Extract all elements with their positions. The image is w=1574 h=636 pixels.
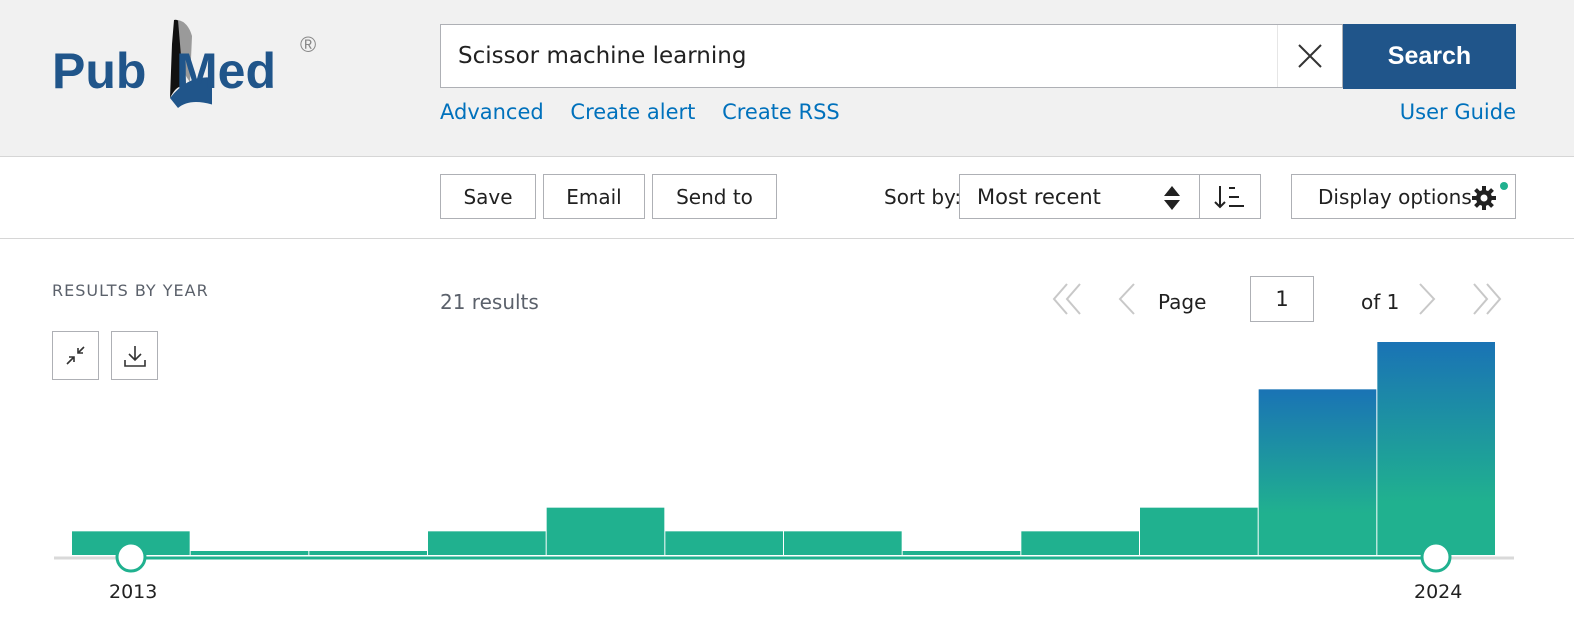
pubmed-logo[interactable]: Pub Med ® <box>52 18 322 110</box>
page-label: Page <box>1158 290 1207 314</box>
bar-2020[interactable] <box>902 551 1021 555</box>
results-toolbar: Save Email Send to Sort by: Most recent … <box>0 157 1574 239</box>
gear-icon <box>1472 186 1496 210</box>
bar-2015[interactable] <box>309 551 427 555</box>
display-options-label: Display options <box>1318 184 1472 209</box>
sort-by-label: Sort by: <box>884 185 962 209</box>
close-icon <box>1298 44 1322 68</box>
results-by-year-heading: RESULTS BY YEAR <box>52 281 209 300</box>
bar-2014[interactable] <box>190 551 309 555</box>
logo-pub-text: Pub <box>52 43 147 99</box>
sort-descending-icon <box>1214 185 1244 208</box>
notification-dot <box>1500 182 1508 190</box>
range-end-year: 2024 <box>1414 581 1463 603</box>
bar-2022[interactable] <box>1140 507 1258 555</box>
create-rss-link[interactable]: Create RSS <box>722 100 840 124</box>
clear-search-button[interactable] <box>1277 25 1342 87</box>
user-guide-link[interactable]: User Guide <box>1400 100 1516 124</box>
range-end-handle[interactable] <box>1420 541 1452 573</box>
results-by-year-chart <box>54 342 1514 573</box>
last-page-icon[interactable] <box>1470 276 1504 322</box>
first-page-icon[interactable] <box>1050 276 1084 322</box>
next-page-icon[interactable] <box>1412 276 1442 322</box>
email-button[interactable]: Email <box>543 174 645 219</box>
create-alert-link[interactable]: Create alert <box>570 100 695 124</box>
sort-select[interactable]: Most recent <box>959 174 1200 219</box>
search-input[interactable] <box>441 25 1277 87</box>
results-count: 21 results <box>440 290 539 314</box>
save-button[interactable]: Save <box>440 174 536 219</box>
sort-value: Most recent <box>977 184 1101 209</box>
search-button[interactable]: Search <box>1343 24 1516 89</box>
registered-mark: ® <box>300 32 317 57</box>
bar-2023[interactable] <box>1258 389 1377 555</box>
send-to-button[interactable]: Send to <box>652 174 777 219</box>
page-number-input[interactable] <box>1250 276 1314 322</box>
bar-2018[interactable] <box>665 531 783 555</box>
bar-2016[interactable] <box>428 531 546 555</box>
range-start-year: 2013 <box>109 581 158 603</box>
bar-2017[interactable] <box>546 507 665 555</box>
range-start-handle[interactable] <box>115 541 147 573</box>
select-arrows-icon <box>1164 186 1180 210</box>
search-links: Advanced Create alert Create RSS <box>440 100 860 124</box>
advanced-link[interactable]: Advanced <box>440 100 544 124</box>
total-pages-label: of 1 <box>1361 290 1400 314</box>
bar-2024[interactable] <box>1377 342 1495 555</box>
bar-2019[interactable] <box>784 531 902 555</box>
logo-med-text: Med <box>176 43 276 99</box>
display-options-button[interactable]: Display options <box>1291 174 1516 219</box>
previous-page-icon[interactable] <box>1112 276 1142 322</box>
bar-2021[interactable] <box>1021 531 1139 555</box>
header: Pub Med ® Search Advanced Create alert C… <box>0 0 1574 157</box>
search-box <box>440 24 1343 88</box>
sort-direction-button[interactable] <box>1199 174 1261 219</box>
